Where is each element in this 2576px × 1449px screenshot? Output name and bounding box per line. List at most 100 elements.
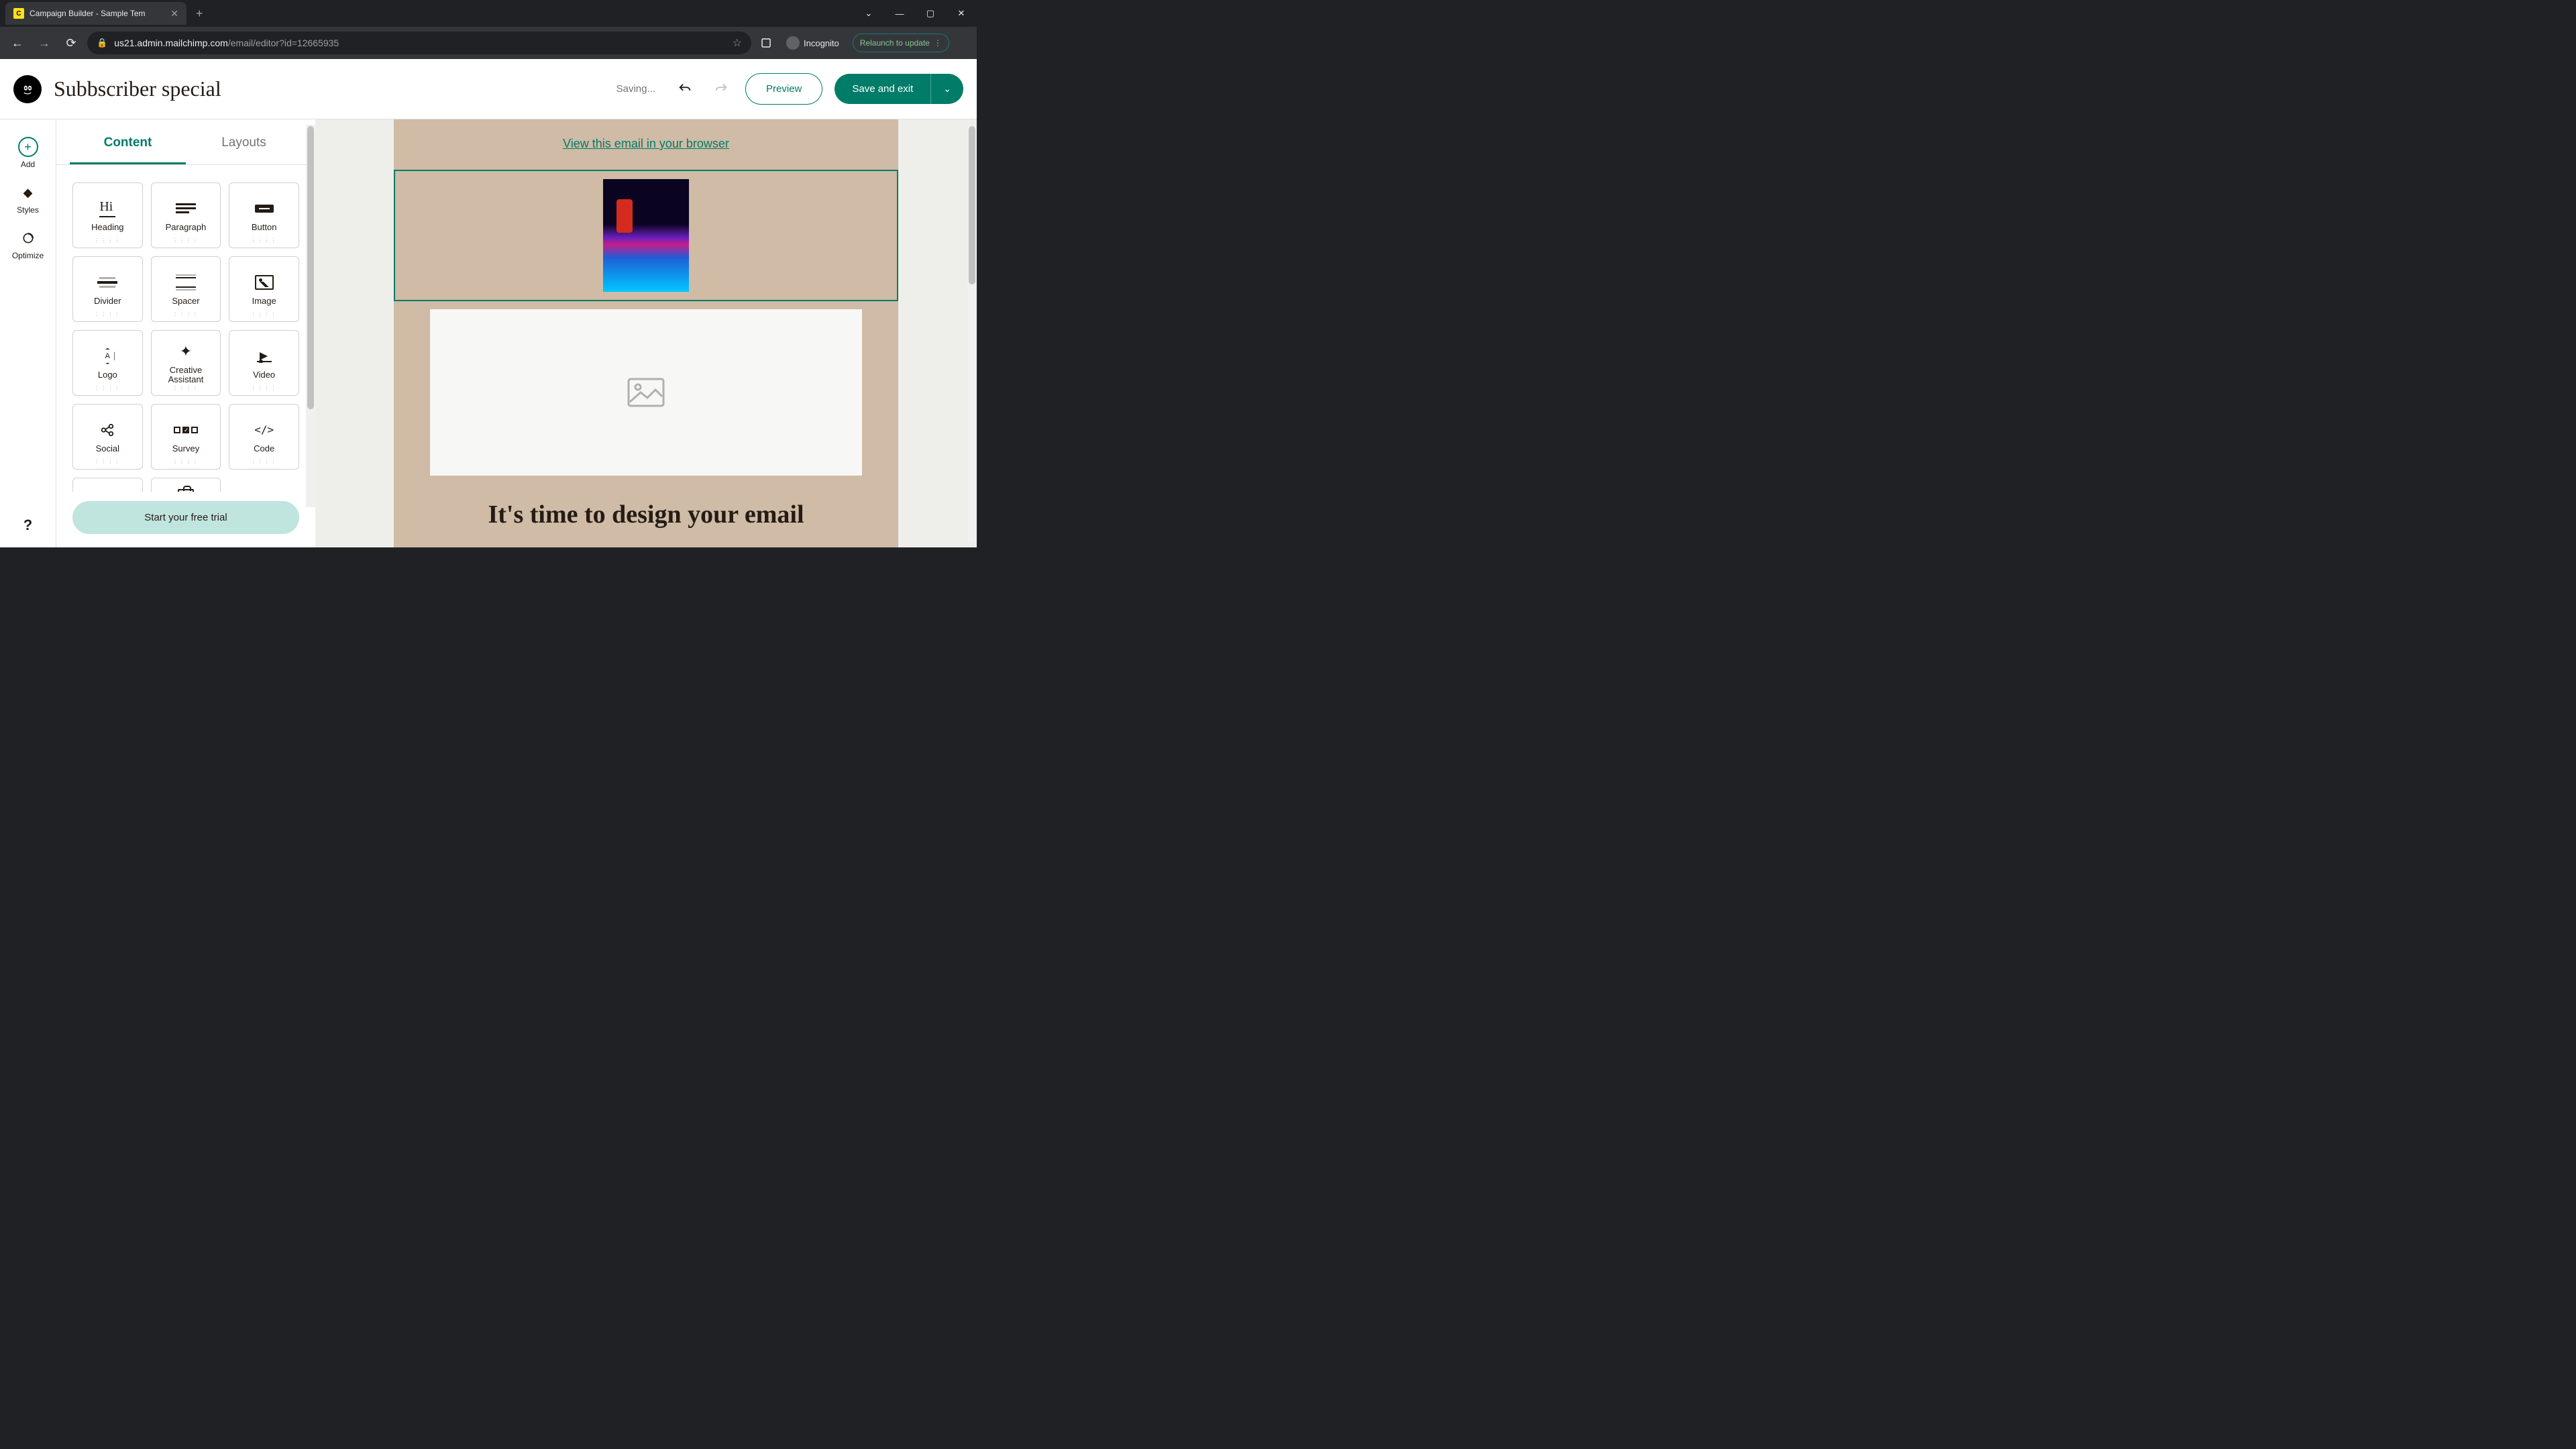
- reload-button[interactable]: ⟳: [60, 32, 82, 54]
- url-path: /email/editor?id=12665935: [228, 38, 339, 48]
- favicon-icon: C: [13, 8, 24, 19]
- rail-optimize[interactable]: Optimize: [0, 221, 56, 267]
- tab-layouts[interactable]: Layouts: [186, 119, 302, 164]
- grip-icon: ⋮⋮⋮⋮: [251, 237, 278, 244]
- rail-styles-label: Styles: [17, 205, 39, 215]
- block-label: Creative Assistant: [168, 366, 204, 385]
- undo-button[interactable]: [673, 77, 697, 101]
- main-layout: + Add ◆ Styles Optimize ? Content Layout…: [0, 119, 977, 547]
- product-icon: [178, 486, 194, 492]
- block-video[interactable]: Video ⋮⋮⋮⋮: [229, 330, 299, 396]
- block-label: Image: [252, 297, 276, 306]
- block-social[interactable]: Social ⋮⋮⋮⋮: [72, 404, 143, 470]
- image-block-selected[interactable]: [394, 170, 898, 301]
- rail-styles[interactable]: ◆ Styles: [0, 176, 56, 221]
- grip-icon: ⋮⋮⋮⋮: [94, 237, 121, 244]
- close-tab-icon[interactable]: ✕: [170, 8, 178, 19]
- grip-icon: ⋮⋮⋮⋮: [94, 311, 121, 317]
- block-spacer[interactable]: Spacer ⋮⋮⋮⋮: [151, 256, 221, 322]
- email-canvas[interactable]: View this email in your browser It's tim…: [315, 119, 977, 547]
- canvas-scrollbar[interactable]: [967, 125, 977, 542]
- share-icon: [100, 420, 115, 440]
- grip-icon: ⋮⋮⋮⋮: [172, 385, 199, 391]
- block-label: Social: [96, 444, 119, 453]
- window-controls: ⌄ — ▢ ✕: [853, 0, 977, 27]
- address-bar[interactable]: 🔒 us21.admin.mailchimp.com/email/editor?…: [87, 32, 751, 54]
- block-label: Code: [254, 444, 274, 453]
- block-creative-assistant[interactable]: ✦ Creative Assistant ⋮⋮⋮⋮: [151, 330, 221, 396]
- incognito-badge: Incognito: [786, 36, 839, 50]
- block-button[interactable]: Button ⋮⋮⋮⋮: [229, 182, 299, 248]
- minimize-button[interactable]: —: [884, 0, 915, 27]
- paragraph-icon: [176, 199, 196, 219]
- sidebar: Content Layouts Hi Heading ⋮⋮⋮⋮ Paragrap…: [56, 119, 315, 547]
- nav-bar: ← → ⟳ 🔒 us21.admin.mailchimp.com/email/e…: [0, 27, 977, 59]
- block-heading[interactable]: Hi Heading ⋮⋮⋮⋮: [72, 182, 143, 248]
- extensions-icon[interactable]: [757, 34, 775, 52]
- block-product[interactable]: [151, 478, 221, 492]
- tab-content[interactable]: Content: [70, 119, 186, 164]
- uploaded-image[interactable]: [603, 179, 689, 292]
- heading-icon: Hi: [99, 199, 115, 219]
- block-logo[interactable]: A Logo ⋮⋮⋮⋮: [72, 330, 143, 396]
- rail-add[interactable]: + Add: [0, 130, 56, 176]
- block-apps[interactable]: [72, 478, 143, 492]
- block-label: Heading: [91, 223, 123, 232]
- block-label: Divider: [94, 297, 121, 306]
- start-trial-button[interactable]: Start your free trial: [72, 501, 299, 534]
- image-icon: [255, 272, 274, 292]
- block-label: Video: [253, 370, 275, 380]
- back-button[interactable]: ←: [7, 32, 28, 54]
- url-host: us21.admin.mailchimp.com: [114, 38, 228, 48]
- tabs-dropdown-icon[interactable]: ⌄: [853, 0, 884, 27]
- apps-icon: [97, 486, 117, 492]
- bookmark-icon[interactable]: ☆: [733, 36, 742, 50]
- block-divider[interactable]: Divider ⋮⋮⋮⋮: [72, 256, 143, 322]
- redo-button[interactable]: [709, 77, 733, 101]
- block-survey[interactable]: Survey ⋮⋮⋮⋮: [151, 404, 221, 470]
- new-tab-button[interactable]: +: [196, 7, 203, 21]
- grip-icon: ⋮⋮⋮⋮: [172, 237, 199, 244]
- close-window-button[interactable]: ✕: [946, 0, 977, 27]
- block-paragraph[interactable]: Paragraph ⋮⋮⋮⋮: [151, 182, 221, 248]
- tab-bar: C Campaign Builder - Sample Tem ✕ + ⌄ — …: [0, 0, 977, 27]
- video-icon: [256, 346, 273, 366]
- url-text: us21.admin.mailchimp.com/email/editor?id…: [114, 38, 725, 48]
- scrollbar-thumb[interactable]: [969, 126, 975, 284]
- divider-icon: [97, 272, 117, 292]
- tab-title: Campaign Builder - Sample Tem: [30, 9, 165, 18]
- mailchimp-logo-icon[interactable]: [13, 75, 42, 103]
- relaunch-button[interactable]: Relaunch to update ⋮: [853, 34, 949, 52]
- view-in-browser-link[interactable]: View this email in your browser: [563, 137, 729, 150]
- styles-icon: ◆: [23, 186, 33, 200]
- view-in-browser-block[interactable]: View this email in your browser: [394, 119, 898, 164]
- campaign-title[interactable]: Subbscriber special: [54, 76, 221, 101]
- email-headline[interactable]: It's time to design your email: [394, 500, 898, 529]
- button-icon: [255, 199, 274, 219]
- sidebar-tabs: Content Layouts: [56, 119, 315, 165]
- rail-optimize-label: Optimize: [12, 251, 44, 260]
- block-image[interactable]: Image ⋮⋮⋮⋮: [229, 256, 299, 322]
- maximize-button[interactable]: ▢: [915, 0, 946, 27]
- grip-icon: ⋮⋮⋮⋮: [172, 311, 199, 317]
- save-button-group: Save and exit ⌄: [835, 74, 963, 104]
- grip-icon: ⋮⋮⋮⋮: [94, 385, 121, 391]
- logo-icon: A: [99, 346, 115, 366]
- sidebar-scrollbar[interactable]: [306, 125, 315, 507]
- preview-button[interactable]: Preview: [745, 73, 822, 105]
- survey-icon: [174, 420, 198, 440]
- blocks-grid: Hi Heading ⋮⋮⋮⋮ Paragraph ⋮⋮⋮⋮ Button ⋮⋮…: [56, 165, 315, 492]
- save-dropdown-button[interactable]: ⌄: [930, 74, 963, 104]
- grip-icon: ⋮⋮⋮⋮: [94, 459, 121, 465]
- scrollbar-thumb[interactable]: [307, 126, 314, 409]
- app-area: Subbscriber special Saving... Preview Sa…: [0, 59, 977, 547]
- block-label: Survey: [172, 444, 199, 453]
- block-label: Spacer: [172, 297, 199, 306]
- save-exit-button[interactable]: Save and exit: [835, 74, 930, 104]
- forward-button[interactable]: →: [34, 32, 55, 54]
- browser-tab[interactable]: C Campaign Builder - Sample Tem ✕: [5, 2, 186, 25]
- image-placeholder-block[interactable]: [430, 309, 862, 476]
- block-code[interactable]: </> Code ⋮⋮⋮⋮: [229, 404, 299, 470]
- help-button[interactable]: ?: [23, 517, 32, 534]
- sparkle-icon: ✦: [180, 341, 192, 362]
